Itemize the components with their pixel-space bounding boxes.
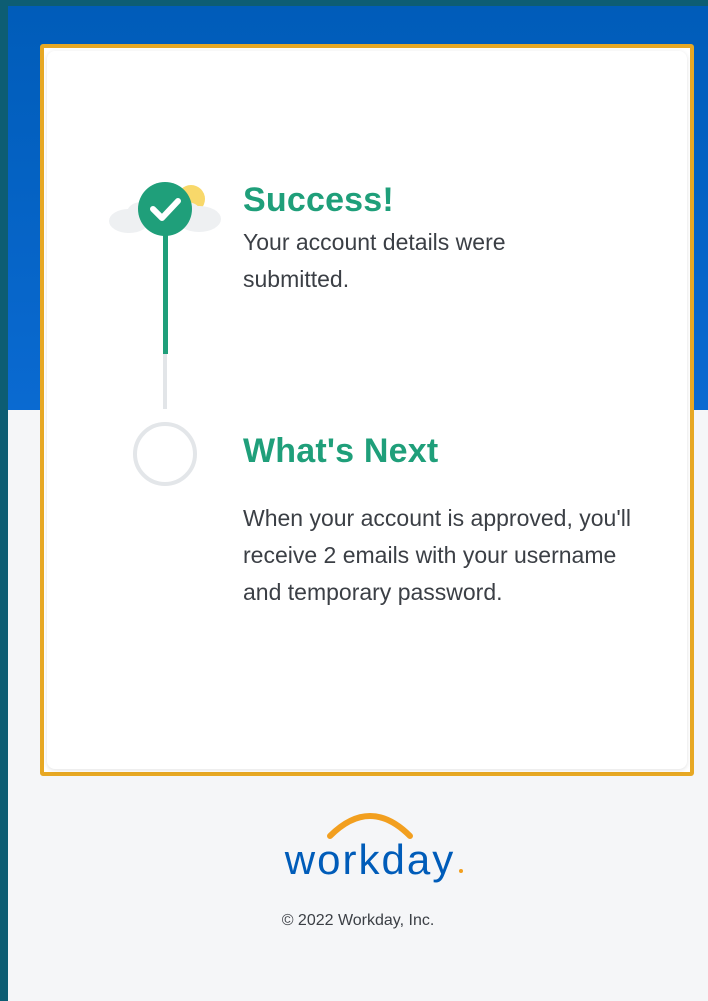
workday-logo: workday <box>284 813 463 883</box>
success-message: Your account details were submitted. <box>243 229 506 292</box>
whats-next-title: What's Next <box>243 432 439 470</box>
logo-text: workday <box>284 836 455 883</box>
empty-circle-icon <box>133 422 197 486</box>
progress-line-pending <box>163 354 167 409</box>
progress-line-complete <box>163 231 168 354</box>
confirmation-card: Success! Your account details were submi… <box>47 51 687 769</box>
page-background: Success! Your account details were submi… <box>8 6 708 1001</box>
whats-next-message: When your account is approved, you'll re… <box>243 505 631 605</box>
card-highlight-outline: Success! Your account details were submi… <box>40 44 694 776</box>
success-title: Success! <box>243 181 394 219</box>
check-circle-icon <box>138 182 192 236</box>
copyright-text: © 2022 Workday, Inc. <box>281 912 435 929</box>
